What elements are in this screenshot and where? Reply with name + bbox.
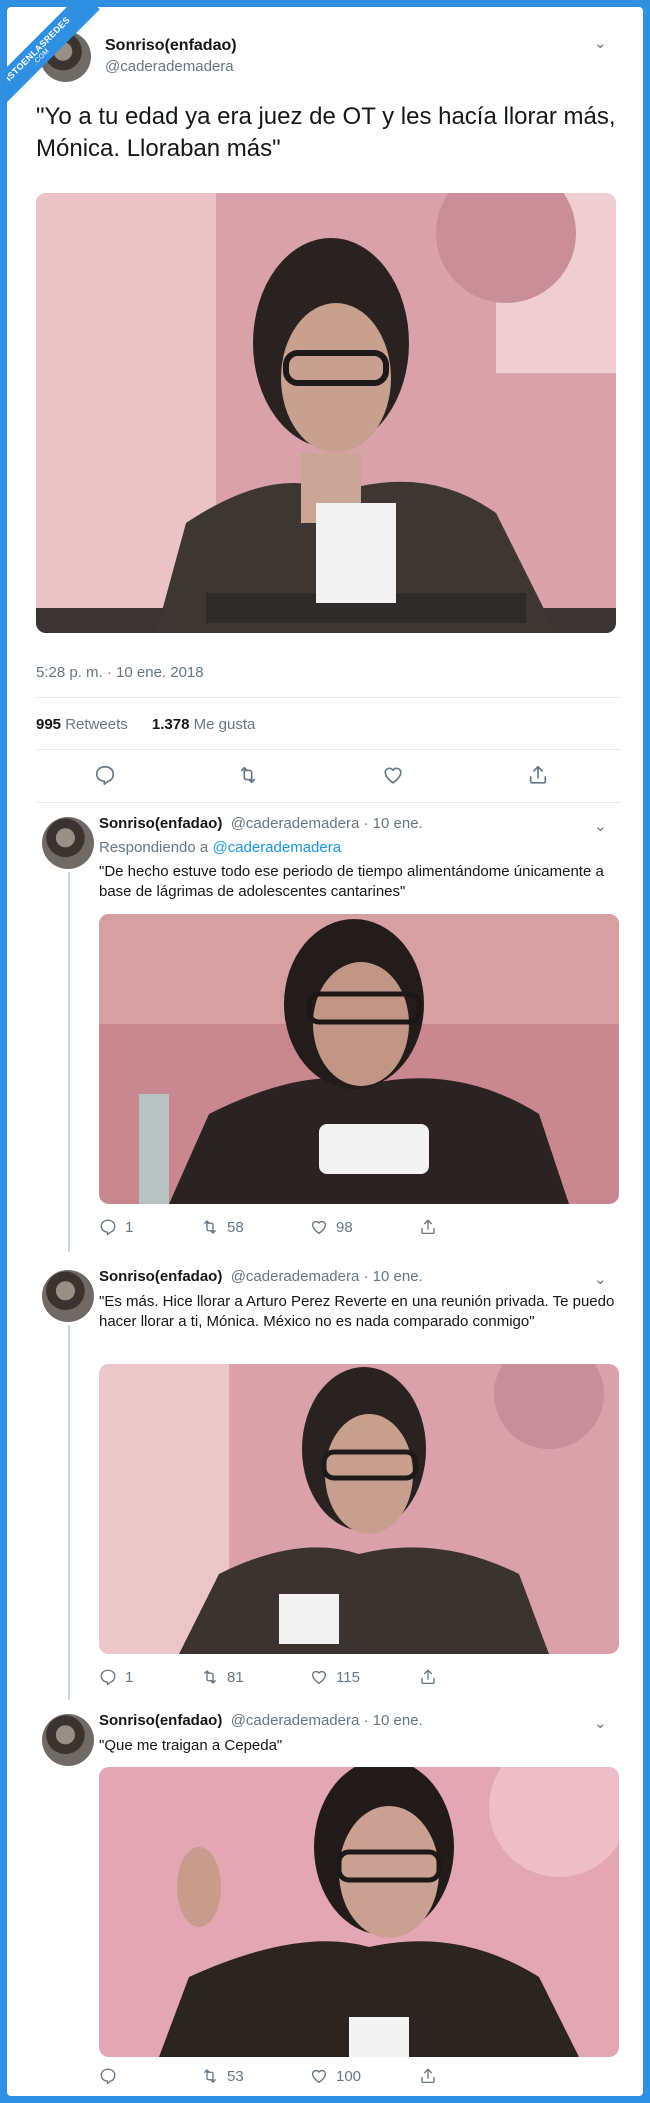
likes-count: 1.378	[151, 716, 190, 733]
tweet-timestamp[interactable]: 5:28 p. m. · 10 ene. 2018	[36, 664, 204, 681]
heart-icon	[310, 2067, 328, 2085]
reply-button[interactable]: 1	[99, 1668, 133, 1686]
retweet-button[interactable]: 81	[201, 1668, 244, 1686]
share-button[interactable]	[527, 764, 549, 786]
avatar[interactable]	[42, 817, 94, 869]
share-button[interactable]	[419, 1668, 437, 1686]
reply-count: 1	[125, 1668, 134, 1686]
heart-icon	[310, 1668, 328, 1686]
main-tweet-text: "Yo a tu edad ya era juez de OT y les ha…	[36, 103, 616, 162]
reply-button[interactable]	[94, 764, 116, 786]
retweets-stat[interactable]: 995 Retweets	[36, 716, 128, 733]
retweet-icon	[237, 764, 259, 786]
retweet-icon	[201, 2067, 219, 2085]
like-button[interactable]	[382, 764, 404, 786]
reply-count: 1	[125, 1218, 134, 1236]
display-name[interactable]: Sonriso(enfadao)	[105, 37, 237, 55]
retweet-count: 58	[227, 1218, 244, 1236]
main-tweet-photo[interactable]	[36, 193, 616, 633]
thread-connector	[68, 872, 70, 1252]
user-handle[interactable]: @caderademadera	[105, 58, 234, 75]
likes-stat[interactable]: 1.378 Me gusta	[152, 716, 255, 733]
share-button[interactable]	[419, 2067, 437, 2085]
reply-photo[interactable]	[99, 1364, 619, 1654]
reply-icon	[99, 2067, 117, 2085]
engagement-stats: 995 Retweets 1.378 Me gusta	[36, 716, 255, 733]
reply-author[interactable]: Sonriso(enfadao) @caderademadera · 10 en…	[99, 1712, 423, 1729]
reply-text: "Es más. Hice llorar a Arturo Perez Reve…	[99, 1293, 615, 1330]
reply-text: "Que me traigan a Cepeda"	[99, 1737, 283, 1754]
retweet-icon	[201, 1218, 219, 1236]
main-tweet-header: Sonriso(enfadao) @caderademadera	[36, 31, 626, 87]
chevron-down-icon[interactable]: ⌄	[594, 1714, 607, 1732]
retweets-label: Retweets	[65, 716, 128, 733]
share-icon	[419, 1218, 437, 1236]
retweet-button[interactable]	[237, 764, 259, 786]
handle-and-date: @caderademadera · 10 ene.	[230, 815, 423, 832]
retweet-count: 53	[227, 2067, 244, 2085]
like-button[interactable]: 98	[310, 1218, 353, 1236]
share-button[interactable]	[419, 1218, 437, 1236]
reply-text: "De hecho estuve todo ese periodo de tie…	[99, 863, 604, 900]
reply-photo[interactable]	[99, 914, 619, 1204]
reply-icon	[99, 1668, 117, 1686]
like-count: 115	[336, 1668, 360, 1686]
divider	[36, 802, 621, 803]
retweets-count: 995	[36, 716, 62, 733]
reply-button[interactable]: 1	[99, 1218, 133, 1236]
display-name: Sonriso(enfadao)	[99, 1268, 223, 1285]
thread-connector	[68, 1325, 70, 1700]
like-count: 100	[336, 2067, 362, 2085]
likes-label: Me gusta	[193, 716, 256, 733]
share-icon	[419, 1668, 437, 1686]
avatar[interactable]	[42, 1270, 94, 1322]
divider	[36, 749, 621, 750]
retweet-button[interactable]: 53	[201, 2067, 244, 2085]
display-name: Sonriso(enfadao)	[99, 815, 223, 832]
handle-and-date: @caderademadera · 10 ene.	[230, 1268, 423, 1285]
replying-to-link[interactable]: @caderademadera	[212, 839, 341, 856]
retweet-button[interactable]: 58	[201, 1218, 244, 1236]
avatar[interactable]	[42, 1714, 94, 1766]
share-icon	[527, 764, 549, 786]
like-count: 98	[336, 1218, 353, 1236]
divider	[36, 697, 621, 698]
chevron-down-icon[interactable]: ⌄	[594, 34, 607, 52]
heart-icon	[310, 1218, 328, 1236]
reply-photo[interactable]	[99, 1767, 619, 2057]
handle-and-date: @caderademadera · 10 ene.	[230, 1712, 423, 1729]
reply-icon	[94, 764, 116, 786]
replying-prefix: Respondiendo a	[99, 839, 209, 856]
tweet-thread-card: VISTOENLASREDES .COM Sonriso(enfadao) @c…	[7, 7, 643, 2096]
reply-icon	[99, 1218, 117, 1236]
chevron-down-icon[interactable]: ⌄	[594, 817, 607, 835]
share-icon	[419, 2067, 437, 2085]
like-button[interactable]: 100	[310, 2067, 361, 2085]
retweet-icon	[201, 1668, 219, 1686]
replying-to: Respondiendo a @caderademadera	[99, 839, 341, 856]
chevron-down-icon[interactable]: ⌄	[594, 1270, 607, 1288]
like-button[interactable]: 115	[310, 1668, 360, 1686]
retweet-count: 81	[227, 1668, 244, 1686]
reply-button[interactable]	[99, 2067, 117, 2085]
reply-author[interactable]: Sonriso(enfadao) @caderademadera · 10 en…	[99, 1268, 423, 1285]
heart-icon	[382, 764, 404, 786]
display-name: Sonriso(enfadao)	[99, 1712, 223, 1729]
reply-author[interactable]: Sonriso(enfadao) @caderademadera · 10 en…	[99, 815, 423, 832]
